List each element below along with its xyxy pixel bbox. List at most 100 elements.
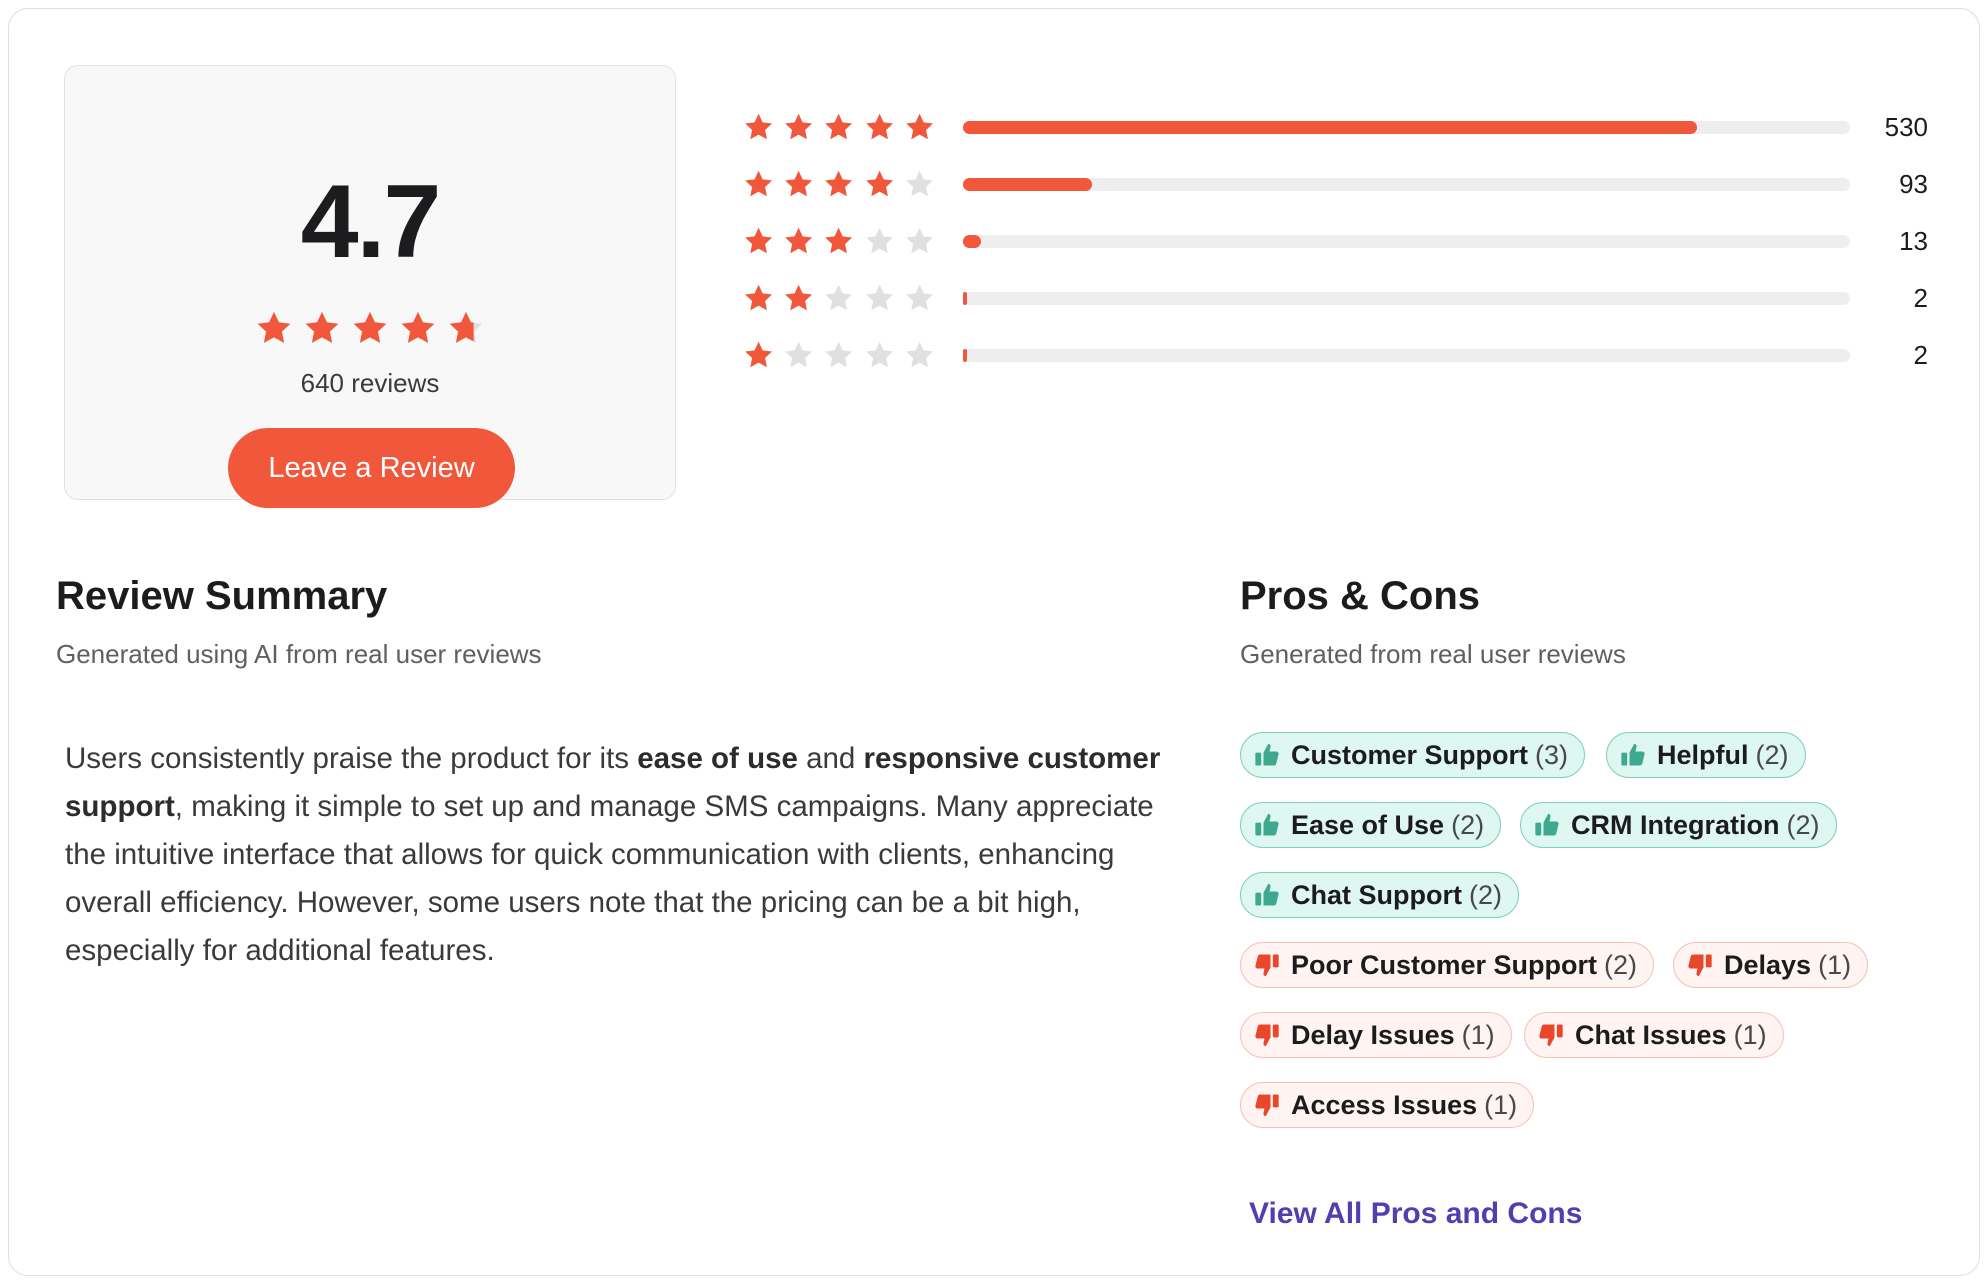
star-icon <box>785 284 813 311</box>
view-all-pros-cons-link[interactable]: View All Pros and Cons <box>1249 1197 1582 1231</box>
thumbs-down-icon <box>1255 1024 1279 1047</box>
chip-label: Chat Issues <box>1575 1019 1727 1050</box>
star-icon <box>825 227 853 254</box>
star-icon <box>906 341 933 368</box>
thumbs-up-icon <box>1255 813 1279 836</box>
reviews-panel: 4.7 640 reviews Leave a Review 530 93 13 2 2… <box>8 8 1980 1276</box>
thumbs-up-icon <box>1621 743 1645 766</box>
star-icon <box>449 311 483 343</box>
rating-row-count: 530 <box>1884 111 1928 142</box>
star-icon <box>825 170 853 197</box>
rating-row-count: 2 <box>1913 282 1928 313</box>
chip-label: CRM Integration <box>1571 809 1780 840</box>
rating-row-4-star[interactable]: 93 <box>743 164 1928 204</box>
summary-text-segment: and <box>797 742 864 775</box>
pro-chip-ease-of-use[interactable]: Ease of Use (2) <box>1240 802 1502 848</box>
star-icon <box>785 113 813 140</box>
chip-label: Ease of Use <box>1291 809 1445 840</box>
rating-row-3-star[interactable]: 13 <box>743 221 1928 261</box>
star-icon <box>745 284 772 311</box>
chip-label: Delay Issues <box>1291 1019 1455 1050</box>
chip-label: Helpful <box>1657 739 1749 770</box>
pro-chip-crm-integration[interactable]: CRM Integration (2) <box>1520 802 1837 848</box>
chip-count: (2) <box>1451 809 1485 840</box>
star-icon <box>745 341 772 368</box>
star-icon <box>825 113 853 140</box>
rating-bar-track <box>963 121 1850 134</box>
thumbs-down-icon <box>1539 1024 1563 1047</box>
rating-row-count: 13 <box>1899 225 1928 256</box>
star-icon <box>825 341 853 368</box>
review-summary-title: Review Summary <box>56 574 388 618</box>
chip-count: (1) <box>1733 1019 1767 1050</box>
rating-row-stars <box>743 168 935 200</box>
star-icon <box>865 227 893 254</box>
chip-label: Delays <box>1724 949 1812 980</box>
pros-cons-title: Pros & Cons <box>1240 574 1481 618</box>
rating-row-1-star[interactable]: 2 <box>743 335 1928 375</box>
review-summary-subtitle: Generated using AI from real user review… <box>56 639 542 669</box>
rating-bar-track <box>963 349 1850 362</box>
star-icon <box>353 311 387 343</box>
con-chip-poor-customer-support[interactable]: Poor Customer Support (2) <box>1240 942 1655 988</box>
chip-count: (2) <box>1604 949 1638 980</box>
rating-bar-track <box>963 292 1850 305</box>
average-rating: 4.7 <box>300 164 442 280</box>
con-chip-delay-issues[interactable]: Delay Issues (1) <box>1240 1012 1512 1058</box>
pros-cons-subtitle: Generated from real user reviews <box>1240 639 1626 669</box>
rating-row-stars <box>743 111 935 143</box>
star-icon <box>906 170 933 197</box>
summary-text-segment: Users consistently praise the product fo… <box>65 742 638 775</box>
summary-highlight: ease of use <box>637 742 798 775</box>
rating-row-stars <box>743 282 935 314</box>
chip-label: Customer Support <box>1291 739 1529 770</box>
rating-row-2-star[interactable]: 2 <box>743 278 1928 318</box>
star-icon <box>865 284 893 311</box>
star-icon <box>906 284 933 311</box>
thumbs-up-icon <box>1255 883 1279 906</box>
overall-rating-card: 4.7 640 reviews Leave a Review <box>64 65 676 508</box>
star-icon <box>906 227 933 254</box>
leave-review-button[interactable]: Leave a Review <box>228 428 515 508</box>
pro-chip-customer-support[interactable]: Customer Support (3) <box>1240 732 1586 778</box>
thumbs-up-icon <box>1535 813 1559 836</box>
star-icon <box>865 341 893 368</box>
rating-row-stars <box>743 339 935 371</box>
rating-bar-fill <box>963 292 967 305</box>
con-chip-access-issues[interactable]: Access Issues (1) <box>1240 1082 1535 1128</box>
con-chip-delays[interactable]: Delays (1) <box>1673 942 1869 988</box>
chip-label: Access Issues <box>1291 1089 1478 1120</box>
chip-count: (1) <box>1461 1019 1495 1050</box>
star-icon <box>865 113 893 140</box>
thumbs-down-icon <box>1255 1094 1279 1117</box>
rating-row-stars <box>743 225 935 257</box>
chip-label: Poor Customer Support <box>1291 949 1598 980</box>
pro-chip-helpful[interactable]: Helpful (2) <box>1606 732 1806 778</box>
rating-bar-track <box>963 235 1850 248</box>
thumbs-up-icon <box>1255 743 1279 766</box>
rating-bar-fill <box>963 178 1092 191</box>
rating-bar-fill <box>963 121 1698 134</box>
chip-count: (3) <box>1535 739 1569 770</box>
con-chip-chat-issues[interactable]: Chat Issues (1) <box>1524 1012 1784 1058</box>
rating-row-count: 2 <box>1913 339 1928 370</box>
review-count: 640 reviews <box>300 368 440 398</box>
star-icon <box>906 113 933 140</box>
star-icon <box>745 227 772 254</box>
star-icon <box>257 311 291 343</box>
star-icon <box>401 311 435 343</box>
star-icon <box>785 341 813 368</box>
chip-label: Chat Support <box>1291 879 1462 910</box>
pro-chip-chat-support[interactable]: Chat Support (2) <box>1240 872 1519 918</box>
chip-count: (1) <box>1818 949 1852 980</box>
review-summary-text: Users consistently praise the product fo… <box>65 735 1165 975</box>
star-icon <box>825 284 853 311</box>
star-icon <box>745 113 772 140</box>
rating-row-5-star[interactable]: 530 <box>743 107 1928 147</box>
star-icon <box>305 311 339 343</box>
rating-row-count: 93 <box>1899 168 1928 199</box>
average-rating-stars <box>65 309 675 347</box>
chip-count: (2) <box>1755 739 1789 770</box>
chip-count: (2) <box>1468 879 1502 910</box>
star-icon <box>865 170 893 197</box>
